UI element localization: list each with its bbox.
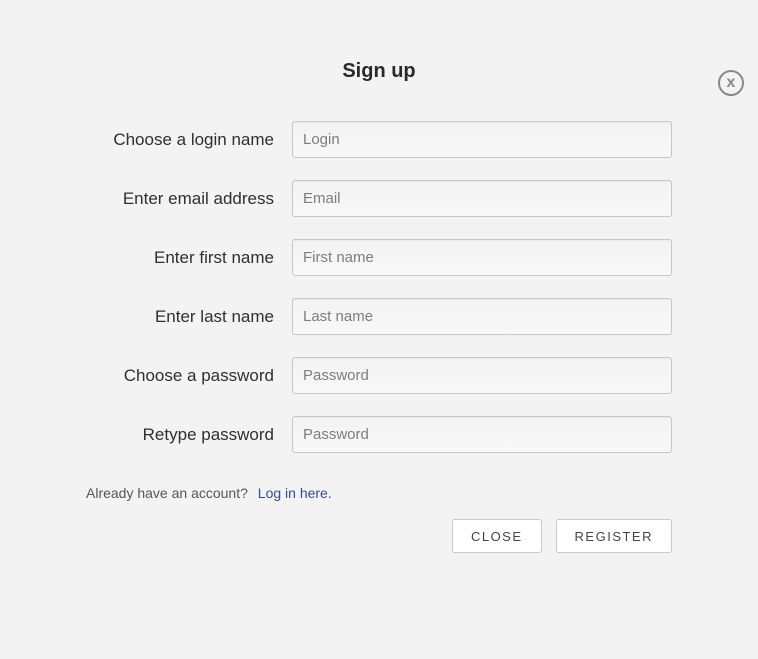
first-name-row: Enter first name xyxy=(0,239,672,276)
button-bar: CLOSE REGISTER xyxy=(0,501,758,553)
already-text: Already have an account? xyxy=(86,485,248,501)
first-name-label: Enter first name xyxy=(0,248,292,268)
email-row: Enter email address xyxy=(0,180,672,217)
first-name-input[interactable] xyxy=(292,239,672,276)
email-label: Enter email address xyxy=(0,189,292,209)
login-input[interactable] xyxy=(292,121,672,158)
close-button[interactable]: CLOSE xyxy=(452,519,542,553)
last-name-label: Enter last name xyxy=(0,307,292,327)
retype-password-input[interactable] xyxy=(292,416,672,453)
password-row: Choose a password xyxy=(0,357,672,394)
login-label: Choose a login name xyxy=(0,130,292,150)
already-have-account: Already have an account? Log in here. xyxy=(86,485,758,501)
page-title: Sign up xyxy=(0,60,758,83)
email-input[interactable] xyxy=(292,180,672,217)
last-name-input[interactable] xyxy=(292,298,672,335)
register-button[interactable]: REGISTER xyxy=(556,519,672,553)
retype-password-label: Retype password xyxy=(0,425,292,445)
password-label: Choose a password xyxy=(0,366,292,386)
close-icon[interactable]: x xyxy=(718,70,744,96)
password-input[interactable] xyxy=(292,357,672,394)
last-name-row: Enter last name xyxy=(0,298,672,335)
login-row: Choose a login name xyxy=(0,121,672,158)
login-link[interactable]: Log in here. xyxy=(258,485,332,501)
signup-form: Choose a login name Enter email address … xyxy=(0,121,758,453)
retype-password-row: Retype password xyxy=(0,416,672,453)
